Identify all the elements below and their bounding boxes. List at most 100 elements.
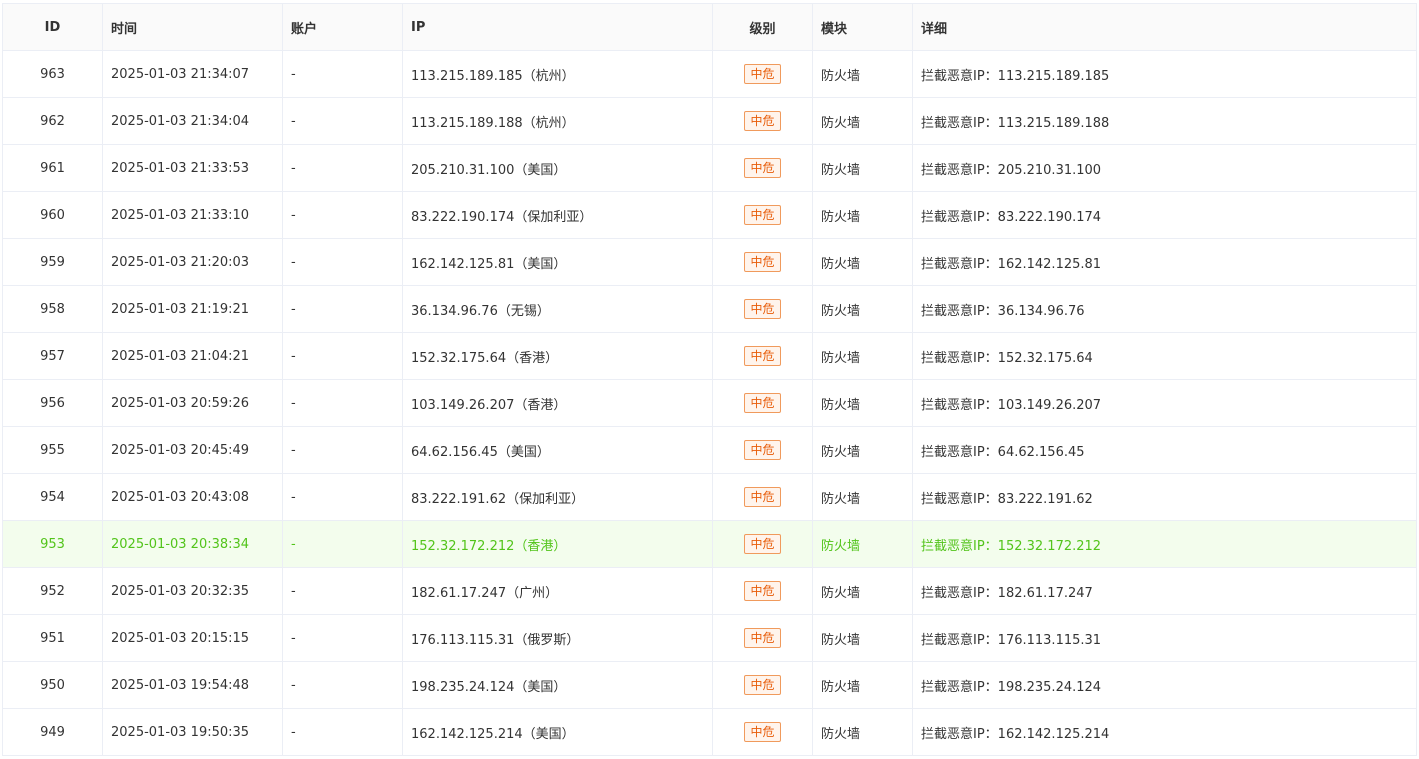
cell-account: -	[282, 332, 403, 380]
table-row[interactable]: 961 2025-01-03 21:33:53-205.210.31.100（美国…	[2, 144, 1417, 192]
cell-level: 中危	[712, 285, 813, 333]
cell-id: 958	[2, 285, 103, 333]
level-badge: 中危	[744, 487, 781, 507]
cell-level: 中危	[712, 614, 813, 662]
cell-detail: 拦截恶意IP：113.215.189.185	[912, 50, 1417, 98]
cell-detail: 拦截恶意IP：152.32.172.212	[912, 520, 1417, 568]
cell-account: -	[282, 50, 403, 98]
cell-detail: 拦截恶意IP：182.61.17.247	[912, 567, 1417, 615]
table-row[interactable]: 960 2025-01-03 21:33:10-83.222.190.174（保加…	[2, 191, 1417, 239]
cell-ip: 64.62.156.45（美国）	[402, 426, 713, 474]
header-level[interactable]: 级别	[712, 3, 813, 51]
cell-id: 960	[2, 191, 103, 239]
header-time[interactable]: 时间	[102, 3, 283, 51]
level-badge: 中危	[744, 440, 781, 460]
cell-level: 中危	[712, 144, 813, 192]
cell-ip: 205.210.31.100（美国）	[402, 144, 713, 192]
table-row[interactable]: 959 2025-01-03 21:20:03-162.142.125.81（美国…	[2, 238, 1417, 286]
cell-account: -	[282, 379, 403, 427]
cell-ip: 113.215.189.188（杭州）	[402, 97, 713, 145]
cell-account: -	[282, 426, 403, 474]
table-row[interactable]: 950 2025-01-03 19:54:48-198.235.24.124（美国…	[2, 661, 1417, 709]
cell-detail: 拦截恶意IP：162.142.125.81	[912, 238, 1417, 286]
table-row[interactable]: 956 2025-01-03 20:59:26-103.149.26.207（香港…	[2, 379, 1417, 427]
table-row[interactable]: 957 2025-01-03 21:04:21-152.32.175.64（香港）…	[2, 332, 1417, 380]
cell-time: 2025-01-03 20:15:15	[102, 614, 283, 662]
cell-account: -	[282, 708, 403, 756]
table-row[interactable]: 955 2025-01-03 20:45:49-64.62.156.45（美国） 中…	[2, 426, 1417, 474]
cell-time: 2025-01-03 20:38:34	[102, 520, 283, 568]
cell-detail: 拦截恶意IP：113.215.189.188	[912, 97, 1417, 145]
table-row[interactable]: 954 2025-01-03 20:43:08-83.222.191.62（保加利…	[2, 473, 1417, 521]
cell-ip: 182.61.17.247（广州）	[402, 567, 713, 615]
level-badge: 中危	[744, 675, 781, 695]
cell-level: 中危	[712, 520, 813, 568]
table-row[interactable]: 951 2025-01-03 20:15:15-176.113.115.31（俄罗…	[2, 614, 1417, 662]
cell-level: 中危	[712, 332, 813, 380]
cell-ip: 162.142.125.81（美国）	[402, 238, 713, 286]
cell-module: 防火墙	[812, 238, 913, 286]
header-row: ID 时间 账户 IP 级别 模块 详细	[2, 3, 1417, 51]
header-module[interactable]: 模块	[812, 3, 913, 51]
table-header: ID 时间 账户 IP 级别 模块 详细	[2, 3, 1417, 51]
header-account[interactable]: 账户	[282, 3, 403, 51]
header-ip[interactable]: IP	[402, 3, 713, 51]
cell-id: 963	[2, 50, 103, 98]
table-row[interactable]: 962 2025-01-03 21:34:04-113.215.189.188（杭…	[2, 97, 1417, 145]
cell-time: 2025-01-03 20:45:49	[102, 426, 283, 474]
cell-id: 959	[2, 238, 103, 286]
cell-module: 防火墙	[812, 191, 913, 239]
cell-module: 防火墙	[812, 473, 913, 521]
cell-level: 中危	[712, 238, 813, 286]
cell-id: 952	[2, 567, 103, 615]
cell-time: 2025-01-03 20:59:26	[102, 379, 283, 427]
cell-detail: 拦截恶意IP：205.210.31.100	[912, 144, 1417, 192]
level-badge: 中危	[744, 111, 781, 131]
cell-account: -	[282, 191, 403, 239]
cell-account: -	[282, 473, 403, 521]
cell-detail: 拦截恶意IP：64.62.156.45	[912, 426, 1417, 474]
cell-time: 2025-01-03 21:33:10	[102, 191, 283, 239]
cell-module: 防火墙	[812, 708, 913, 756]
level-badge: 中危	[744, 722, 781, 742]
cell-time: 2025-01-03 20:32:35	[102, 567, 283, 615]
header-detail[interactable]: 详细	[912, 3, 1417, 51]
cell-account: -	[282, 661, 403, 709]
cell-account: -	[282, 238, 403, 286]
cell-detail: 拦截恶意IP：83.222.190.174	[912, 191, 1417, 239]
level-badge: 中危	[744, 534, 781, 554]
cell-id: 953	[2, 520, 103, 568]
cell-account: -	[282, 97, 403, 145]
level-badge: 中危	[744, 64, 781, 84]
cell-detail: 拦截恶意IP：83.222.191.62	[912, 473, 1417, 521]
cell-time: 2025-01-03 20:43:08	[102, 473, 283, 521]
table-row[interactable]: 953 2025-01-03 20:38:34-152.32.172.212（香港…	[2, 520, 1417, 568]
level-badge: 中危	[744, 158, 781, 178]
cell-detail: 拦截恶意IP：162.142.125.214	[912, 708, 1417, 756]
cell-detail: 拦截恶意IP：36.134.96.76	[912, 285, 1417, 333]
level-badge: 中危	[744, 346, 781, 366]
cell-level: 中危	[712, 567, 813, 615]
cell-time: 2025-01-03 19:54:48	[102, 661, 283, 709]
table-row[interactable]: 949 2025-01-03 19:50:35-162.142.125.214（美…	[2, 708, 1417, 756]
cell-ip: 198.235.24.124（美国）	[402, 661, 713, 709]
cell-module: 防火墙	[812, 520, 913, 568]
cell-id: 957	[2, 332, 103, 380]
table-row[interactable]: 952 2025-01-03 20:32:35-182.61.17.247（广州）…	[2, 567, 1417, 615]
cell-id: 949	[2, 708, 103, 756]
cell-id: 951	[2, 614, 103, 662]
cell-account: -	[282, 520, 403, 568]
cell-ip: 152.32.172.212（香港）	[402, 520, 713, 568]
table-row[interactable]: 958 2025-01-03 21:19:21-36.134.96.76（无锡） 中…	[2, 285, 1417, 333]
security-log-table: ID 时间 账户 IP 级别 模块 详细 963 2025-01-03 21:34…	[2, 3, 1417, 756]
level-badge: 中危	[744, 205, 781, 225]
cell-ip: 162.142.125.214（美国）	[402, 708, 713, 756]
table-row[interactable]: 963 2025-01-03 21:34:07-113.215.189.185（杭…	[2, 50, 1417, 98]
cell-module: 防火墙	[812, 426, 913, 474]
cell-account: -	[282, 614, 403, 662]
cell-account: -	[282, 285, 403, 333]
cell-id: 955	[2, 426, 103, 474]
cell-id: 961	[2, 144, 103, 192]
header-id[interactable]: ID	[2, 3, 103, 51]
cell-time: 2025-01-03 21:34:04	[102, 97, 283, 145]
